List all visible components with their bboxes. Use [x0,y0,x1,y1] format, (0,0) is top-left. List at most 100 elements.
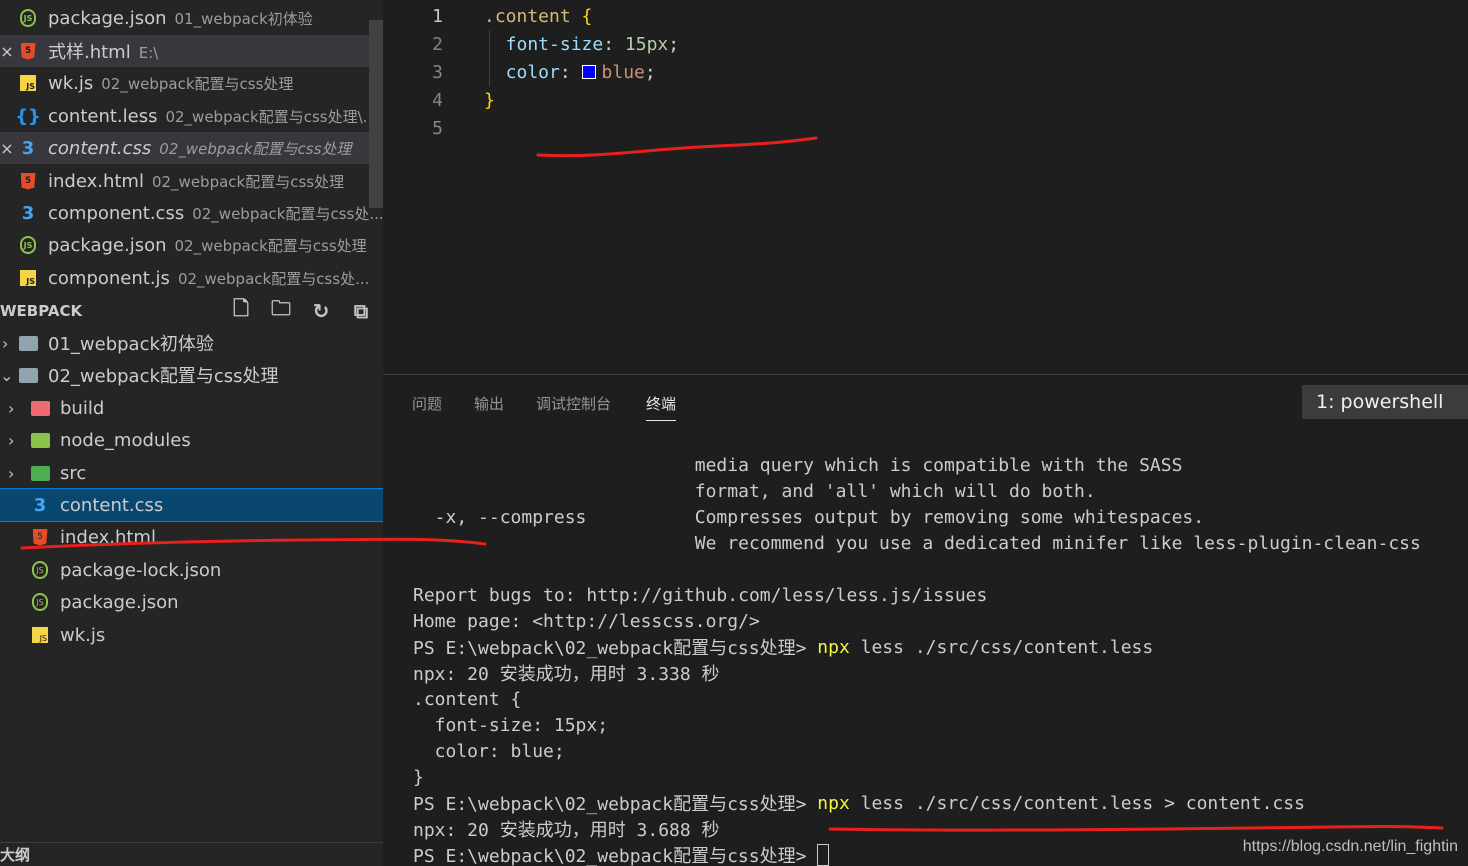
command-args: less ./src/css/content.less > content.cs… [849,792,1305,814]
open-editor-item[interactable]: JS package.json 02_webpack配置与css处理 [0,229,383,261]
terminal-line: .content { [413,688,522,710]
open-editor-item[interactable]: × 5 式样.html E:\ [0,35,383,67]
refresh-icon[interactable]: ↻ [308,299,334,323]
code-line: 5 [383,114,1468,142]
html-icon: 5 [19,41,37,61]
chevron-right-icon[interactable]: › [8,399,14,418]
close-icon[interactable]: × [0,139,14,158]
html-icon: 5 [19,171,37,191]
open-editor-item[interactable]: {} content.less 02_webpack配置与css处理\... [0,100,383,132]
js-icon: JS [30,626,50,644]
tree-item-file-selected[interactable]: 3 content.css [0,488,383,522]
terminal-select[interactable]: 1: powershell [1302,385,1468,419]
scrollbar-thumb[interactable] [369,20,383,208]
nodejs-icon: JS [19,235,37,255]
terminal-command-line: PS E:\webpack\02_webpack配置与css处理> npx le… [413,634,1153,660]
file-path: 02_webpack配置与css处理 [174,236,367,255]
terminal-line: -x, --compress Compresses output by remo… [413,506,1205,528]
prompt: PS E:\webpack\02_webpack配置与css处理> [413,846,818,866]
explorer-actions: 🗋 🗀 ↻ ⧉ [228,296,374,323]
css-icon: 3 [21,137,35,159]
terminal-line: font-size: 15px; [413,714,609,736]
open-editor-item[interactable]: 5 index.html 02_webpack配置与css处理 [0,165,383,197]
file-path: 02_webpack配置与css处理 [101,74,294,93]
chevron-right-icon[interactable]: › [8,464,14,483]
file-path: 02_webpack配置与css处... [192,204,383,223]
tree-item-file[interactable]: JS wk.js [0,619,383,651]
chevron-right-icon[interactable]: › [8,431,14,450]
file-path: 02_webpack配置与css处理 [151,172,345,191]
code-editor[interactable]: 1 .content { 2 font-size: 15px; 3 color:… [383,0,1468,374]
outline-title: 大纲 [0,846,31,864]
folder-open-icon [18,366,38,384]
code-line: 1 .content { [383,2,1468,30]
terminal-prompt-line[interactable]: PS E:\webpack\02_webpack配置与css处理> [413,842,830,866]
line-number: 4 [432,89,443,111]
tree-item-label: 02_webpack配置与css处理 [48,366,279,387]
tree-item-label: src [60,462,87,484]
colon: : [603,33,625,55]
folder-icon [30,431,50,449]
chevron-right-icon[interactable]: › [2,334,8,353]
tab-output[interactable]: 输出 [474,393,504,421]
code-line: 2 font-size: 15px; [383,30,1468,58]
prompt: PS E:\webpack\02_webpack配置与css处理> [413,794,818,815]
open-editor-item-active[interactable]: × 3 content.css 02_webpack配置与css处理 [0,132,383,164]
open-editor-item[interactable]: JS component.js 02_webpack配置与css处... [0,262,383,294]
tree-item-label: build [60,397,105,419]
terminal-line: media query which is compatible with the… [413,454,1183,476]
tree-item-label: content.css [60,494,164,516]
tree-item-label: package-lock.json [60,559,222,581]
color-swatch-icon[interactable] [581,64,596,79]
folder-icon [18,334,38,352]
new-file-icon[interactable]: 🗋 [228,296,254,323]
terminal-line: } [413,766,424,788]
prompt: PS E:\webpack\02_webpack配置与css处理> [413,638,818,659]
new-folder-icon[interactable]: 🗀 [268,296,294,323]
tab-problems[interactable]: 问题 [412,393,442,421]
semicolon: ; [644,61,656,83]
tree-item-folder[interactable]: › node_modules [0,424,383,456]
tree-item-file[interactable]: JS package-lock.json [0,554,383,586]
tab-terminal[interactable]: 终端 [646,393,677,421]
terminal-line: npx: 20 安装成功，用时 3.688 秒 [413,820,720,841]
js-icon: JS [19,268,37,288]
open-editor-item[interactable]: JS wk.js 02_webpack配置与css处理 [0,67,383,99]
nodejs-icon: JS [30,593,50,611]
bottom-panel: 问题 输出 调试控制台 终端 1: powershell media query… [383,375,1468,866]
tree-item-file[interactable]: JS package.json [0,586,383,618]
workspace-title: WEBPACK [0,302,83,320]
brace: { [570,5,593,27]
colon: : [559,61,582,83]
tree-item-label: index.html [60,526,156,548]
tree-item-folder[interactable]: › 01_webpack初体验 [0,327,383,359]
explorer-sidebar: JS package.json 01_webpack初体验 × 5 式样.html… [0,0,383,866]
tree-item-label: package.json [60,591,179,613]
outline-section-header[interactable]: 大纲 [0,842,383,866]
file-name: package.json [48,7,167,29]
close-icon[interactable]: × [0,42,14,61]
open-editor-item[interactable]: 3 component.css 02_webpack配置与css处... [0,197,383,229]
css-icon: 3 [33,494,47,516]
tab-debug-console[interactable]: 调试控制台 [536,393,611,421]
terminal-line: npx: 20 安装成功，用时 3.338 秒 [413,664,720,685]
tree-item-label: node_modules [60,429,191,451]
tree-item-folder[interactable]: › src [0,457,383,489]
tree-item-folder[interactable]: ⌄ 02_webpack配置与css处理 [0,359,383,391]
terminal-line: Home page: <http://lesscss.org/> [413,610,760,632]
watermark: https://blog.csdn.net/lin_fightin [1242,838,1458,855]
code-line: 3 color: blue; [383,58,1468,86]
chevron-down-icon[interactable]: ⌄ [0,366,13,385]
css-property: font-size [484,33,604,55]
file-path: 01_webpack初体验 [174,9,313,28]
command-name: npx [817,792,850,814]
open-editor-item[interactable]: JS package.json 01_webpack初体验 [0,2,383,34]
code-line: 4 } [383,86,1468,114]
collapse-all-icon[interactable]: ⧉ [348,299,374,323]
terminal-line: We recommend you use a dedicated minifer… [413,532,1421,554]
tree-item-file[interactable]: 5 index.html [0,521,383,553]
folder-icon [30,464,50,482]
workspace-section-header[interactable]: WEBPACK 🗋 🗀 ↻ ⧉ [0,296,383,326]
terminal-line: Report bugs to: http://github.com/less/l… [413,584,988,606]
tree-item-folder[interactable]: › build [0,392,383,424]
